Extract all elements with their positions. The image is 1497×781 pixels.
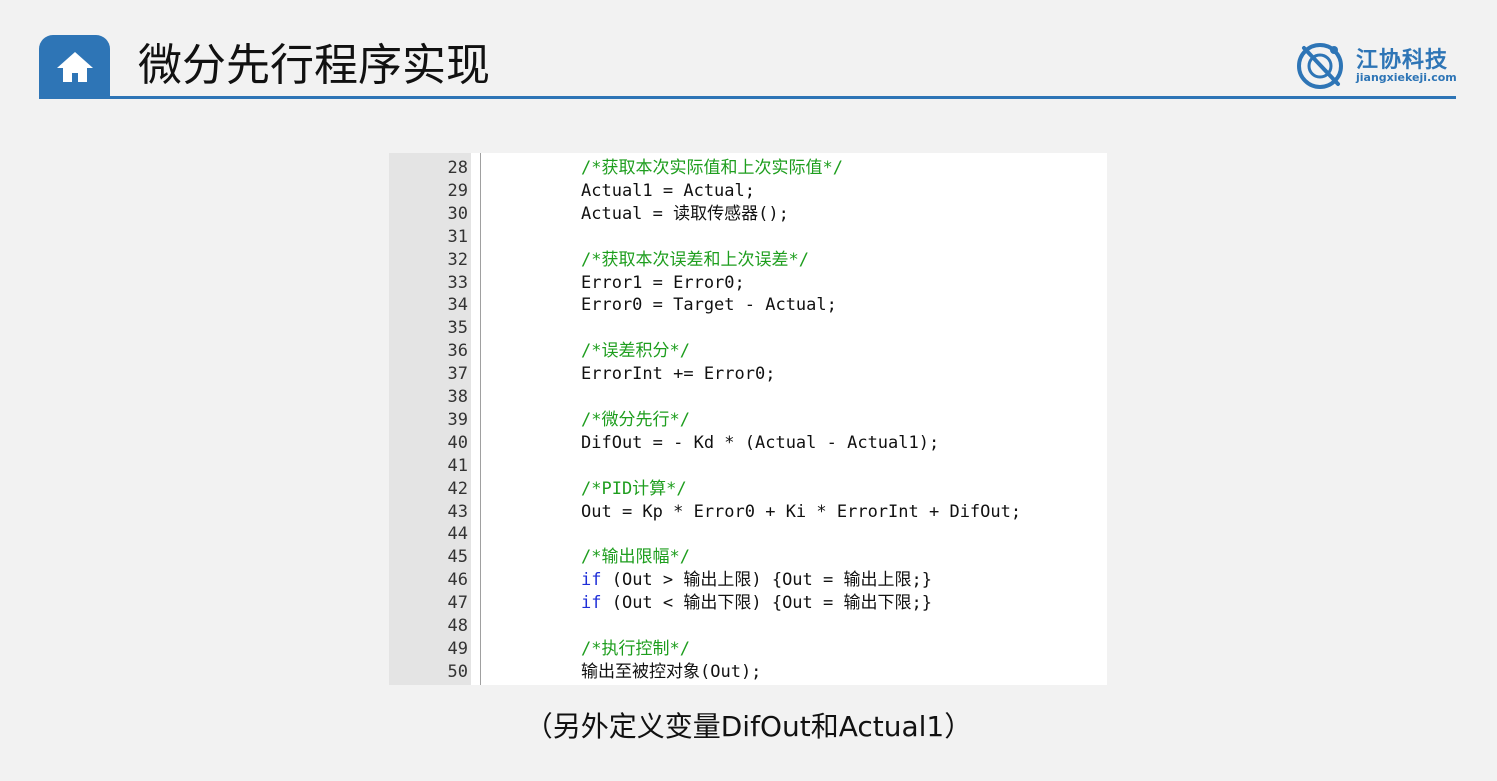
code-line: 30 Actual = 读取传感器(); xyxy=(389,203,1107,226)
page-title: 微分先行程序实现 xyxy=(138,40,490,91)
code-text: Actual = 读取传感器(); xyxy=(581,203,789,224)
logo-icon xyxy=(1297,43,1343,89)
line-number: 28 xyxy=(447,158,468,178)
line-number: 39 xyxy=(447,409,468,430)
code-comment: /*执行控制*/ xyxy=(581,638,690,659)
line-number: 30 xyxy=(447,203,468,224)
code-text: 输出至被控对象(Out); xyxy=(581,661,762,682)
line-number: 48 xyxy=(447,616,468,636)
logo-url: jiangxiekeji.com xyxy=(1356,71,1457,84)
code-text: Out = Kp * Error0 + Ki * ErrorInt + DifO… xyxy=(581,501,1022,522)
home-icon xyxy=(57,52,93,82)
code-comment: /*PID计算*/ xyxy=(581,478,687,499)
code-keyword: if xyxy=(581,593,602,614)
code-line: 35 xyxy=(389,317,1107,340)
code-comment: /*微分先行*/ xyxy=(581,409,690,430)
code-text: Error0 = Target - Actual; xyxy=(581,295,837,316)
code-line: 39 /*微分先行*/ xyxy=(389,409,1107,432)
code-line: 41 xyxy=(389,455,1107,478)
line-number: 45 xyxy=(447,547,468,568)
line-number: 44 xyxy=(447,524,468,545)
code-line: 34 Error0 = Target - Actual; xyxy=(389,294,1107,317)
code-text: Error1 = Error0; xyxy=(581,272,745,293)
code-line: 28 /*获取本次实际值和上次实际值*/ xyxy=(389,157,1107,180)
code-line: 31 xyxy=(389,226,1107,249)
home-button[interactable] xyxy=(39,35,110,99)
code-line: 42 /*PID计算*/ xyxy=(389,478,1107,501)
line-number: 43 xyxy=(447,501,468,522)
line-number: 37 xyxy=(447,364,468,385)
logo-name: 江协科技 xyxy=(1356,48,1449,73)
code-line: 46 if (Out > 输出上限) {Out = 输出上限;} xyxy=(389,569,1107,592)
line-number: 29 xyxy=(447,180,468,201)
code-text: ErrorInt += Error0; xyxy=(581,364,776,385)
code-line: 43 Out = Kp * Error0 + Ki * ErrorInt + Di… xyxy=(389,501,1107,524)
line-number: 50 xyxy=(447,661,468,682)
code-text: DifOut = - Kd * (Actual - Actual1); xyxy=(581,432,940,453)
line-number: 42 xyxy=(447,478,468,499)
code-line: 36 /*误差积分*/ xyxy=(389,340,1107,363)
code-panel: 28/*获取本次实际值和上次实际值*/29 Actual1 = Actual; 30… xyxy=(389,153,1107,685)
line-number: 32 xyxy=(447,249,468,270)
code-line: 38 xyxy=(389,386,1107,409)
line-number: 49 xyxy=(447,638,468,659)
code-text: if (Out < 输出下限) {Out = 输出下限;} xyxy=(581,593,932,614)
line-number: 41 xyxy=(447,455,468,476)
code-keyword: if xyxy=(581,570,602,591)
line-number: 33 xyxy=(447,272,468,293)
code-line: 40 DifOut = - Kd * (Actual - Actual1); xyxy=(389,432,1107,455)
code-line: 48 xyxy=(389,615,1107,638)
code-comment: /*获取本次实际值和上次实际值*/ xyxy=(581,158,843,178)
line-number: 47 xyxy=(447,593,468,614)
code-line: 45 /*输出限幅*/ xyxy=(389,546,1107,569)
code-comment: /*获取本次误差和上次误差*/ xyxy=(581,249,809,270)
line-number: 40 xyxy=(447,432,468,453)
company-logo: 江协科技 jiangxiekeji.com xyxy=(1294,38,1457,94)
line-number: 35 xyxy=(447,318,468,339)
line-number: 31 xyxy=(447,226,468,247)
code-line: 33 Error1 = Error0; xyxy=(389,272,1107,295)
code-line: 29 Actual1 = Actual; xyxy=(389,180,1107,203)
code-comment: /*误差积分*/ xyxy=(581,341,690,362)
code-text: Actual1 = Actual; xyxy=(581,180,755,201)
code-line: 32 /*获取本次误差和上次误差*/ xyxy=(389,249,1107,272)
line-number: 36 xyxy=(447,341,468,362)
caption: （另外定义变量DifOut和Actual1） xyxy=(524,710,973,743)
header-divider xyxy=(39,96,1456,99)
line-number: 46 xyxy=(447,570,468,591)
code-line: 49 /*执行控制*/ xyxy=(389,638,1107,661)
code-line: 37 ErrorInt += Error0; xyxy=(389,363,1107,386)
line-number: 38 xyxy=(447,387,468,407)
code-comment: /*输出限幅*/ xyxy=(581,547,690,568)
code-line: 44 xyxy=(389,523,1107,546)
line-number: 34 xyxy=(447,295,468,316)
code-line: 47 if (Out < 输出下限) {Out = 输出下限;} xyxy=(389,592,1107,615)
code-line: 50 输出至被控对象(Out); xyxy=(389,661,1107,684)
code-text: if (Out > 输出上限) {Out = 输出上限;} xyxy=(581,570,932,591)
